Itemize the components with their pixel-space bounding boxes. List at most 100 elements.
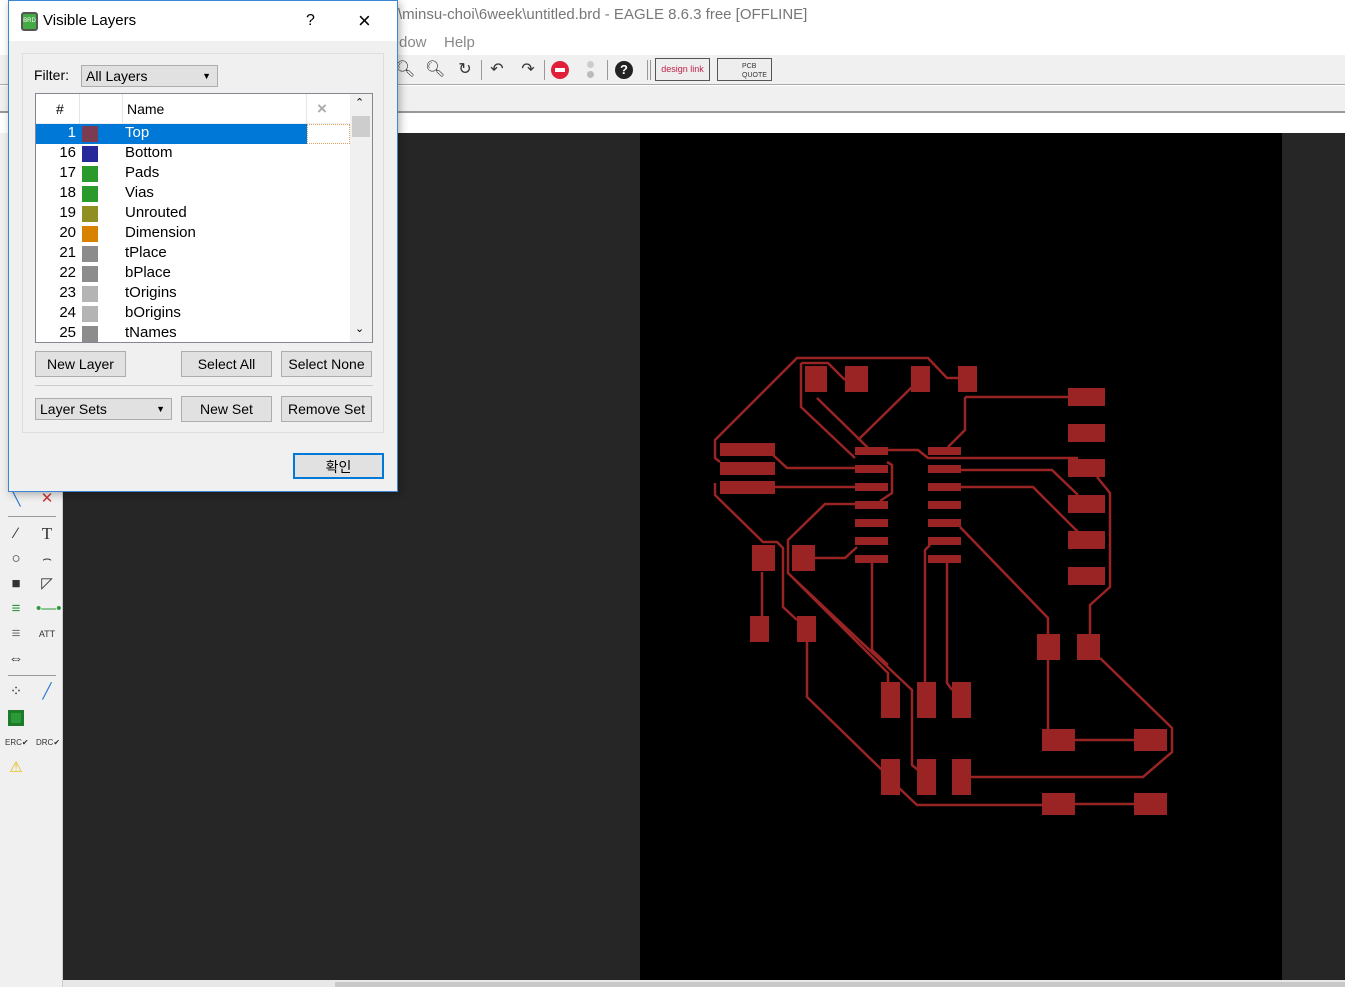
smd-pad[interactable]	[855, 501, 888, 509]
trace[interactable]	[772, 454, 855, 470]
smd-pad[interactable]	[1134, 793, 1167, 815]
smd-pad[interactable]	[952, 759, 971, 795]
trace[interactable]	[959, 526, 1050, 634]
trace[interactable]	[923, 544, 931, 683]
layer-color-swatch[interactable]	[82, 186, 98, 202]
layer-row-dimension[interactable]: 20 Dimension	[36, 224, 350, 244]
smd-pad[interactable]	[855, 465, 888, 473]
smd-pad[interactable]	[792, 545, 815, 571]
trace[interactable]	[815, 546, 858, 560]
layer-color-swatch[interactable]	[82, 166, 98, 182]
trace[interactable]	[857, 386, 913, 441]
trace[interactable]	[960, 468, 1079, 496]
layer-color-swatch[interactable]	[82, 246, 98, 262]
smd-pad[interactable]	[845, 366, 868, 392]
trace[interactable]	[970, 657, 1174, 779]
smd-pad[interactable]	[1042, 729, 1075, 751]
smd-pad[interactable]	[752, 545, 775, 571]
smd-pad[interactable]	[1068, 388, 1105, 406]
layer-row-torigins[interactable]: 23 tOrigins	[36, 284, 350, 304]
smd-pad[interactable]	[1134, 729, 1167, 751]
trace[interactable]	[816, 397, 871, 451]
ok-button[interactable]: 확인	[293, 453, 384, 479]
smd-pad[interactable]	[1037, 634, 1060, 660]
close-button[interactable]: ×	[358, 8, 371, 34]
scroll-down-icon[interactable]: ⌄	[355, 322, 364, 335]
smd-pad[interactable]	[917, 759, 936, 795]
smd-pad[interactable]	[750, 616, 769, 642]
smd-pad[interactable]	[952, 682, 971, 718]
layer-row-bottom[interactable]: 16 Bottom	[36, 144, 350, 164]
remove-set-button[interactable]: Remove Set	[281, 396, 372, 422]
help-button[interactable]: ?	[306, 12, 315, 30]
layers-list[interactable]: # Name × 1 Top 16 Bottom 17 Pads 18 Vias 19 Unrou…	[35, 93, 373, 343]
smd-pad[interactable]	[881, 759, 900, 795]
layer-color-swatch[interactable]	[82, 226, 98, 242]
smd-pad[interactable]	[805, 366, 827, 392]
layer-row-tplace[interactable]: 21 tPlace	[36, 244, 350, 264]
layer-color-swatch[interactable]	[82, 146, 98, 162]
layer-row-pads[interactable]: 17 Pads	[36, 164, 350, 184]
smd-pad[interactable]	[1077, 634, 1100, 660]
column-x[interactable]: ×	[317, 99, 327, 119]
trace[interactable]	[945, 563, 954, 691]
smd-pad[interactable]	[720, 481, 775, 494]
smd-pad[interactable]	[855, 555, 888, 563]
scroll-up-icon[interactable]: ⌃	[355, 96, 364, 109]
smd-pad[interactable]	[958, 366, 977, 392]
layer-color-swatch[interactable]	[82, 306, 98, 322]
smd-pad[interactable]	[928, 537, 961, 545]
trace[interactable]	[789, 574, 919, 771]
smd-pad[interactable]	[1068, 531, 1105, 549]
smd-pad[interactable]	[1068, 459, 1105, 477]
smd-pad[interactable]	[855, 519, 888, 527]
layer-color-swatch[interactable]	[82, 286, 98, 302]
smd-pad[interactable]	[1068, 567, 1105, 585]
layer-sets-dropdown[interactable]: Layer Sets ▼	[35, 398, 172, 420]
smd-pad[interactable]	[720, 462, 775, 475]
smd-pad[interactable]	[855, 447, 888, 455]
smd-pad[interactable]	[720, 443, 775, 456]
smd-pad[interactable]	[917, 682, 936, 718]
smd-pad[interactable]	[928, 465, 961, 473]
layer-row-bplace[interactable]: 22 bPlace	[36, 264, 350, 284]
trace[interactable]	[947, 397, 967, 448]
trace[interactable]	[870, 562, 889, 666]
layer-row-borigins[interactable]: 24 bOrigins	[36, 304, 350, 324]
vertical-scrollbar[interactable]: ⌃ ⌄	[350, 94, 372, 342]
smd-pad[interactable]	[1068, 495, 1105, 513]
layer-color-swatch[interactable]	[82, 126, 98, 142]
layer-number: 19	[59, 204, 76, 221]
trace[interactable]	[887, 448, 1078, 460]
layer-row-tnames[interactable]: 25 tNames	[36, 324, 350, 342]
smd-pad[interactable]	[1042, 793, 1075, 815]
smd-pad[interactable]	[881, 682, 900, 718]
scrollbar-thumb[interactable]	[335, 982, 1345, 987]
filter-dropdown[interactable]: All Layers ▼	[81, 65, 218, 87]
select-none-button[interactable]: Select None	[281, 351, 372, 377]
layer-row-vias[interactable]: 18 Vias	[36, 184, 350, 204]
new-layer-button[interactable]: New Layer	[35, 351, 126, 377]
trace[interactable]	[805, 642, 883, 771]
smd-pad[interactable]	[1068, 424, 1105, 442]
layer-color-swatch[interactable]	[82, 326, 98, 342]
scrollbar-thumb[interactable]	[352, 116, 370, 137]
smd-pad[interactable]	[855, 483, 888, 491]
trace[interactable]	[960, 485, 1079, 533]
new-set-button[interactable]: New Set	[181, 396, 272, 422]
smd-pad[interactable]	[855, 537, 888, 545]
smd-pad[interactable]	[928, 447, 961, 455]
smd-pad[interactable]	[928, 501, 961, 509]
layer-color-swatch[interactable]	[82, 206, 98, 222]
smd-pad[interactable]	[797, 616, 816, 642]
column-num[interactable]: #	[56, 101, 64, 117]
layer-color-swatch[interactable]	[82, 266, 98, 282]
smd-pad[interactable]	[928, 555, 961, 563]
smd-pad[interactable]	[928, 519, 961, 527]
smd-pad[interactable]	[911, 366, 930, 392]
smd-pad[interactable]	[928, 483, 961, 491]
column-name[interactable]: Name	[127, 101, 164, 117]
layer-row-top[interactable]: 1 Top	[36, 124, 307, 144]
layer-row-unrouted[interactable]: 19 Unrouted	[36, 204, 350, 224]
select-all-button[interactable]: Select All	[181, 351, 272, 377]
